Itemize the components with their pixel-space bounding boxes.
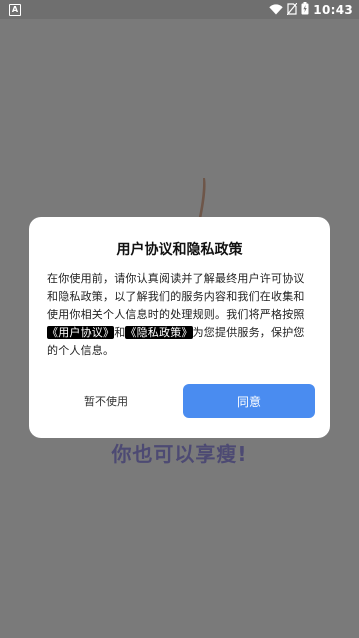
- splash-illustration: [198, 178, 208, 220]
- status-time: 10:43: [313, 2, 353, 17]
- splash-slogan: 你也可以享瘦!: [111, 442, 248, 466]
- dialog-body: 在你使用前，请你认真阅读并了解最终用户许可协议和隐私政策，以了解我们的服务内容和…: [47, 270, 315, 360]
- notification-a-icon: A: [9, 4, 21, 16]
- dialog-body-text: 和: [114, 326, 126, 339]
- user-agreement-link[interactable]: 《用户协议》: [47, 326, 115, 339]
- status-icons: 10:43: [269, 0, 353, 19]
- battery-charging-icon: [301, 0, 309, 19]
- dialog-body-text: 在你使用前，请你认真阅读并了解最终用户许可协议和隐私政策，以了解我们的服务内容和…: [47, 272, 305, 321]
- decline-button[interactable]: 暂不使用: [47, 385, 165, 417]
- dialog-title: 用户协议和隐私政策: [116, 242, 243, 258]
- wifi-icon: [269, 0, 283, 19]
- privacy-dialog: 用户协议和隐私政策 在你使用前，请你认真阅读并了解最终用户许可协议和隐私政策，以…: [29, 217, 330, 438]
- no-sim-icon: [286, 0, 298, 19]
- privacy-policy-link[interactable]: 《隐私政策》: [125, 326, 193, 339]
- status-bar: A 10:43: [0, 0, 359, 19]
- agree-button[interactable]: 同意: [183, 384, 315, 418]
